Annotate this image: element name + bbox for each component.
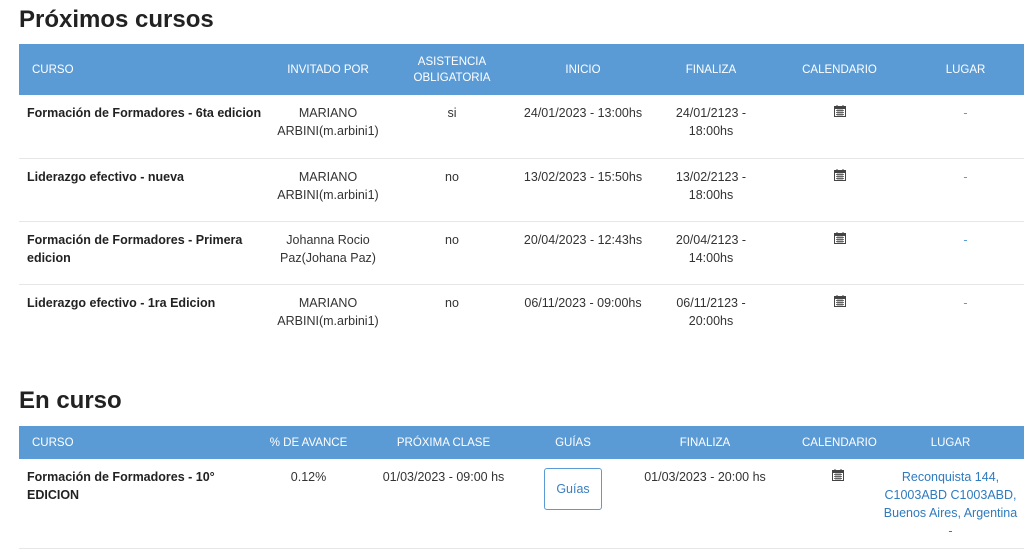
end-date: 06/11/2123 - 20:00hs xyxy=(676,295,746,328)
place: - xyxy=(907,221,1024,285)
column-header-calendar: CALENDARIO xyxy=(802,436,877,449)
invited-by: MARIANO ARBINI(m.arbini1) xyxy=(268,158,388,222)
place: - xyxy=(963,295,968,310)
course-name: Liderazgo efectivo - 1ra Edicion xyxy=(27,295,216,310)
mandatory-attendance: no xyxy=(445,295,459,310)
end-date: 20/04/2123 - 14:00hs xyxy=(650,221,772,285)
start-date: 20/04/2023 - 12:43hs xyxy=(516,221,650,285)
table-row: Formación de Formadores - Primera edicio… xyxy=(19,221,1024,285)
column-header-progress: % DE AVANCE xyxy=(269,436,348,449)
table-row: Liderazgo efectivo - nueva MARIANO ARBIN… xyxy=(19,158,1024,222)
course-name: Formación de Formadores - Primera edicio… xyxy=(19,221,268,285)
column-header-start: INICIO xyxy=(565,63,601,76)
table-row: Formación de Formadores - 10° EDICION 0.… xyxy=(19,459,1024,549)
column-header-end: FINALIZA xyxy=(679,436,731,449)
start-date: 06/11/2023 - 09:00hs xyxy=(524,295,642,310)
column-header-end: FINALIZA xyxy=(685,63,737,76)
invited-by: MARIANO ARBINI(m.arbini1) xyxy=(277,295,379,328)
table-header-row: CURSO % DE AVANCE PRÓXIMA CLASE GUÍAS FI… xyxy=(19,426,1024,459)
place: - xyxy=(907,158,1024,222)
end-date: 13/02/2123 - 18:00hs xyxy=(650,158,772,222)
place-link[interactable]: Reconquista 144, C1003ABD C1003ABD, Buen… xyxy=(877,459,1024,549)
column-header-place: LUGAR xyxy=(930,436,971,449)
start-date: 13/02/2023 - 15:50hs xyxy=(516,158,650,222)
mandatory-attendance: no xyxy=(388,221,516,285)
guides-button[interactable]: Guías xyxy=(544,468,602,510)
calendar-icon[interactable] xyxy=(833,168,846,184)
course-name: Formación de Formadores - 6ta edicion xyxy=(19,95,268,159)
upcoming-courses-table: CURSO INVITADO POR ASISTENCIA OBLIGATORI… xyxy=(19,44,1024,347)
end-date: 01/03/2023 - 20:00 hs xyxy=(612,459,798,549)
mandatory-attendance: si xyxy=(388,95,516,159)
course-name: Liderazgo efectivo - nueva xyxy=(19,158,268,222)
column-header-course: CURSO xyxy=(32,63,74,76)
invited-by: Johanna Rocio Paz(Johana Paz) xyxy=(268,221,388,285)
column-header-course: CURSO xyxy=(32,436,74,449)
invited-by: MARIANO ARBINI(m.arbini1) xyxy=(268,95,388,159)
column-header-invited-by: INVITADO POR xyxy=(287,63,369,76)
column-header-place: LUGAR xyxy=(945,63,986,76)
end-date: 24/01/2123 - 18:00hs xyxy=(650,95,772,159)
column-header-guides: GUÍAS xyxy=(555,436,591,449)
course-name: Formación de Formadores - 10° EDICION xyxy=(19,459,264,549)
column-header-mandatory: ASISTENCIA OBLIGATORIA xyxy=(413,55,491,84)
calendar-icon[interactable] xyxy=(833,105,846,120)
calendar-icon[interactable] xyxy=(833,231,846,247)
table-row: Formación de Formadores - 6ta edicion MA… xyxy=(19,95,1024,159)
column-header-calendar: CALENDARIO xyxy=(802,63,877,76)
progress-percent: 0.12% xyxy=(264,459,353,549)
start-date: 24/01/2023 - 13:00hs xyxy=(516,95,650,159)
current-courses-title: En curso xyxy=(19,387,122,414)
table-header-row: CURSO INVITADO POR ASISTENCIA OBLIGATORI… xyxy=(19,44,1024,95)
table-row: Liderazgo efectivo - 1ra Edicion MARIANO… xyxy=(19,284,1024,347)
column-header-next-class: PRÓXIMA CLASE xyxy=(396,436,491,449)
upcoming-courses-title: Próximos cursos xyxy=(19,6,214,33)
mandatory-attendance: no xyxy=(388,158,516,222)
place: - xyxy=(907,95,1024,159)
calendar-icon[interactable] xyxy=(833,294,846,310)
current-courses-table: CURSO % DE AVANCE PRÓXIMA CLASE GUÍAS FI… xyxy=(19,426,1024,549)
calendar-icon[interactable] xyxy=(831,469,844,484)
next-class: 01/03/2023 - 09:00 hs xyxy=(353,459,534,549)
